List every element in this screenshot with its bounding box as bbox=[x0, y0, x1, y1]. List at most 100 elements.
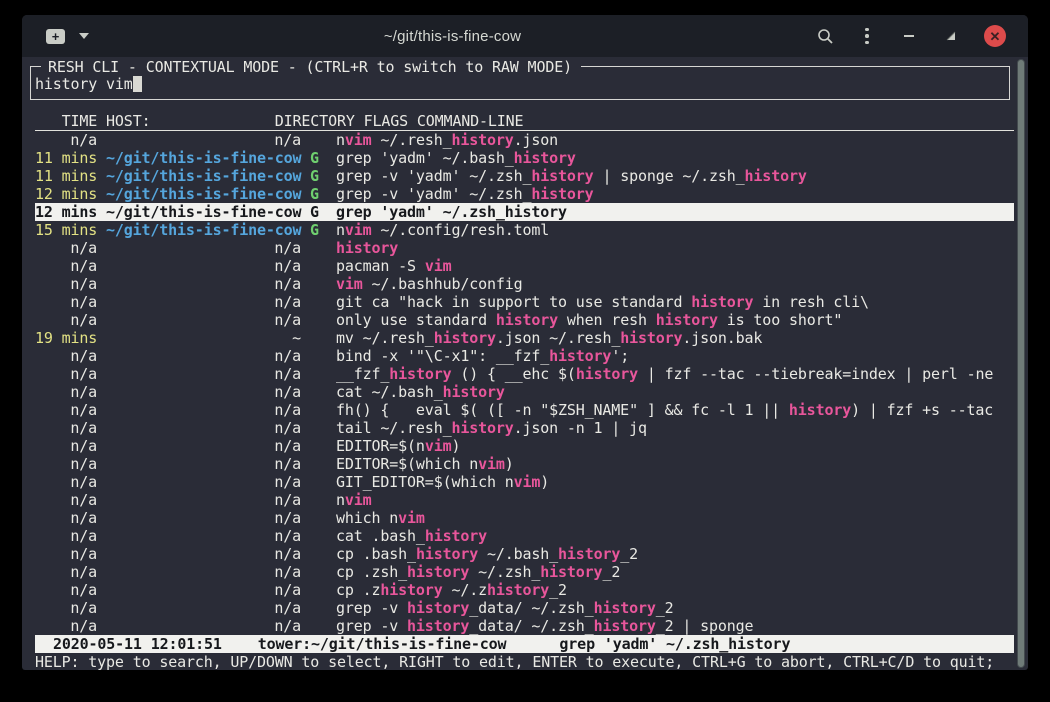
table-row[interactable]: n/a n/a grep -v history_data/ ~/.zsh_his… bbox=[35, 599, 1014, 617]
table-row[interactable]: n/a n/a vim ~/.bashhub/config bbox=[35, 275, 1014, 293]
table-row[interactable]: n/a n/a only use standard history when r… bbox=[35, 311, 1014, 329]
row-directory: n/a bbox=[106, 545, 301, 563]
minimize-button[interactable] bbox=[900, 27, 918, 45]
row-time: n/a bbox=[35, 401, 97, 419]
scrollbar-thumb[interactable] bbox=[1017, 59, 1025, 668]
row-flags bbox=[310, 491, 319, 509]
row-directory: n/a bbox=[106, 491, 301, 509]
table-row[interactable]: n/a n/a git ca "hack in support to use s… bbox=[35, 293, 1014, 311]
status-location: tower:~/git/this-is-fine-cow bbox=[258, 635, 507, 653]
table-row[interactable]: n/a n/a GIT_EDITOR=$(which nvim) bbox=[35, 473, 1014, 491]
resh-search-box[interactable]: RESH CLI - CONTEXTUAL MODE - (CTRL+R to … bbox=[30, 66, 1010, 100]
table-row[interactable]: n/a n/a fh() { eval $( ([ -n "$ZSH_NAME"… bbox=[35, 401, 1014, 419]
table-row[interactable]: n/a n/a nvim bbox=[35, 491, 1014, 509]
row-directory: n/a bbox=[106, 509, 301, 527]
row-command: grep 'yadm' ~/.bash_history bbox=[336, 149, 576, 167]
table-row[interactable]: n/a n/a tail ~/.resh_history.json -n 1 |… bbox=[35, 419, 1014, 437]
menu-kebab-icon[interactable] bbox=[858, 27, 876, 45]
table-row[interactable]: n/a n/a which nvim bbox=[35, 509, 1014, 527]
table-row[interactable]: n/a n/a EDITOR=$(which nvim) bbox=[35, 455, 1014, 473]
table-row[interactable]: n/a n/a cat .bash_history bbox=[35, 527, 1014, 545]
table-row[interactable]: 11 mins ~/git/this-is-fine-cow G grep 'y… bbox=[35, 149, 1014, 167]
row-command: grep -v 'yadm' ~/.zsh_history bbox=[336, 185, 594, 203]
row-directory: ~/git/this-is-fine-cow bbox=[106, 167, 301, 185]
table-row[interactable]: 15 mins ~/git/this-is-fine-cow G nvim ~/… bbox=[35, 221, 1014, 239]
new-tab-button[interactable]: + bbox=[46, 29, 65, 44]
table-row[interactable]: 19 mins ~ mv ~/.resh_history.json ~/.res… bbox=[35, 329, 1014, 347]
status-command: grep 'yadm' ~/.zsh_history bbox=[559, 635, 790, 653]
table-row[interactable]: n/a n/a pacman -S vim bbox=[35, 257, 1014, 275]
row-flags bbox=[310, 473, 319, 491]
table-row[interactable]: n/a n/a cp .zsh_history ~/.zsh_history_2 bbox=[35, 563, 1014, 581]
resh-mode-header: RESH CLI - CONTEXTUAL MODE - (CTRL+R to … bbox=[41, 58, 581, 76]
row-time: n/a bbox=[35, 347, 97, 365]
row-time: n/a bbox=[35, 617, 97, 635]
row-time: n/a bbox=[35, 257, 97, 275]
table-row[interactable]: n/a n/a grep -v history_data/ ~/.zsh_his… bbox=[35, 617, 1014, 635]
text-cursor bbox=[133, 76, 142, 92]
row-command: __fzf_history () { __ehc $(history | fzf… bbox=[336, 365, 993, 383]
table-row[interactable]: n/a n/a bind -x '"\C-x1": __fzf_history'… bbox=[35, 347, 1014, 365]
row-command: pacman -S vim bbox=[336, 257, 451, 275]
row-command: only use standard history when resh hist… bbox=[336, 311, 842, 329]
selection-status-bar: 2020-05-11 12:01:51 tower:~/git/this-is-… bbox=[35, 635, 1014, 653]
table-row[interactable]: n/a n/a nvim ~/.resh_history.json bbox=[35, 131, 1014, 149]
row-time: n/a bbox=[35, 527, 97, 545]
row-directory: n/a bbox=[106, 581, 301, 599]
row-time: n/a bbox=[35, 275, 97, 293]
table-header: TIME HOST: DIRECTORY FLAGS COMMAND-LINE bbox=[35, 112, 1014, 131]
row-flags bbox=[310, 617, 319, 635]
row-time: n/a bbox=[35, 599, 97, 617]
table-row[interactable]: n/a n/a cp .bash_history ~/.bash_history… bbox=[35, 545, 1014, 563]
row-directory: n/a bbox=[106, 599, 301, 617]
window-title: ~/git/this-is-fine-cow bbox=[89, 28, 816, 45]
restore-button[interactable] bbox=[942, 27, 960, 45]
close-button[interactable]: ✕ bbox=[984, 25, 1006, 47]
table-row[interactable]: n/a n/a cat ~/.bash_history bbox=[35, 383, 1014, 401]
row-flags bbox=[310, 437, 319, 455]
row-directory: n/a bbox=[106, 401, 301, 419]
row-command: git ca "hack in support to use standard … bbox=[336, 293, 869, 311]
scrollbar[interactable] bbox=[1016, 59, 1027, 668]
row-flags bbox=[310, 401, 319, 419]
row-time: 19 mins bbox=[35, 329, 97, 347]
row-command: GIT_EDITOR=$(which nvim) bbox=[336, 473, 549, 491]
row-command: EDITOR=$(nvim) bbox=[336, 437, 460, 455]
row-time: n/a bbox=[35, 365, 97, 383]
row-flags bbox=[310, 131, 319, 149]
terminal-window: + ~/git/this-is-fine-cow ✕ bbox=[22, 15, 1028, 670]
row-directory: n/a bbox=[106, 239, 301, 257]
history-list: n/a n/a nvim ~/.resh_history.json 11 min… bbox=[35, 131, 1014, 635]
table-row[interactable]: n/a n/a __fzf_history () { __ehc $(histo… bbox=[35, 365, 1014, 383]
table-row[interactable]: 11 mins ~/git/this-is-fine-cow G grep -v… bbox=[35, 167, 1014, 185]
row-flags bbox=[310, 239, 319, 257]
table-row[interactable]: n/a n/a history bbox=[35, 239, 1014, 257]
row-flags bbox=[310, 419, 319, 437]
table-row[interactable]: 12 mins ~/git/this-is-fine-cow G grep -v… bbox=[35, 185, 1014, 203]
row-flags: G bbox=[310, 167, 319, 185]
table-row[interactable]: n/a n/a EDITOR=$(nvim) bbox=[35, 437, 1014, 455]
row-command: cat .bash_history bbox=[336, 527, 487, 545]
row-flags bbox=[310, 545, 319, 563]
search-icon[interactable] bbox=[816, 27, 834, 45]
row-time: n/a bbox=[35, 545, 97, 563]
table-row[interactable]: 12 mins ~/git/this-is-fine-cow G grep 'y… bbox=[35, 203, 1014, 221]
table-row[interactable]: n/a n/a cp .zhistory ~/.zhistory_2 bbox=[35, 581, 1014, 599]
row-command: grep -v 'yadm' ~/.zsh_history | sponge ~… bbox=[336, 167, 807, 185]
row-command: history bbox=[336, 239, 398, 257]
row-directory: n/a bbox=[106, 257, 301, 275]
row-flags bbox=[310, 257, 319, 275]
row-command: cat ~/.bash_history bbox=[336, 383, 505, 401]
row-time: n/a bbox=[35, 419, 97, 437]
row-command: nvim ~/.config/resh.toml bbox=[336, 221, 549, 239]
row-directory: n/a bbox=[106, 527, 301, 545]
row-flags bbox=[310, 293, 319, 311]
row-command: which nvim bbox=[336, 509, 425, 527]
row-directory: n/a bbox=[106, 311, 301, 329]
row-directory: n/a bbox=[106, 617, 301, 635]
row-command: grep 'yadm' ~/.zsh_history bbox=[336, 203, 567, 221]
chevron-down-icon[interactable] bbox=[79, 33, 89, 39]
titlebar-left-controls: + bbox=[46, 29, 89, 44]
row-flags bbox=[310, 599, 319, 617]
row-flags bbox=[310, 383, 319, 401]
